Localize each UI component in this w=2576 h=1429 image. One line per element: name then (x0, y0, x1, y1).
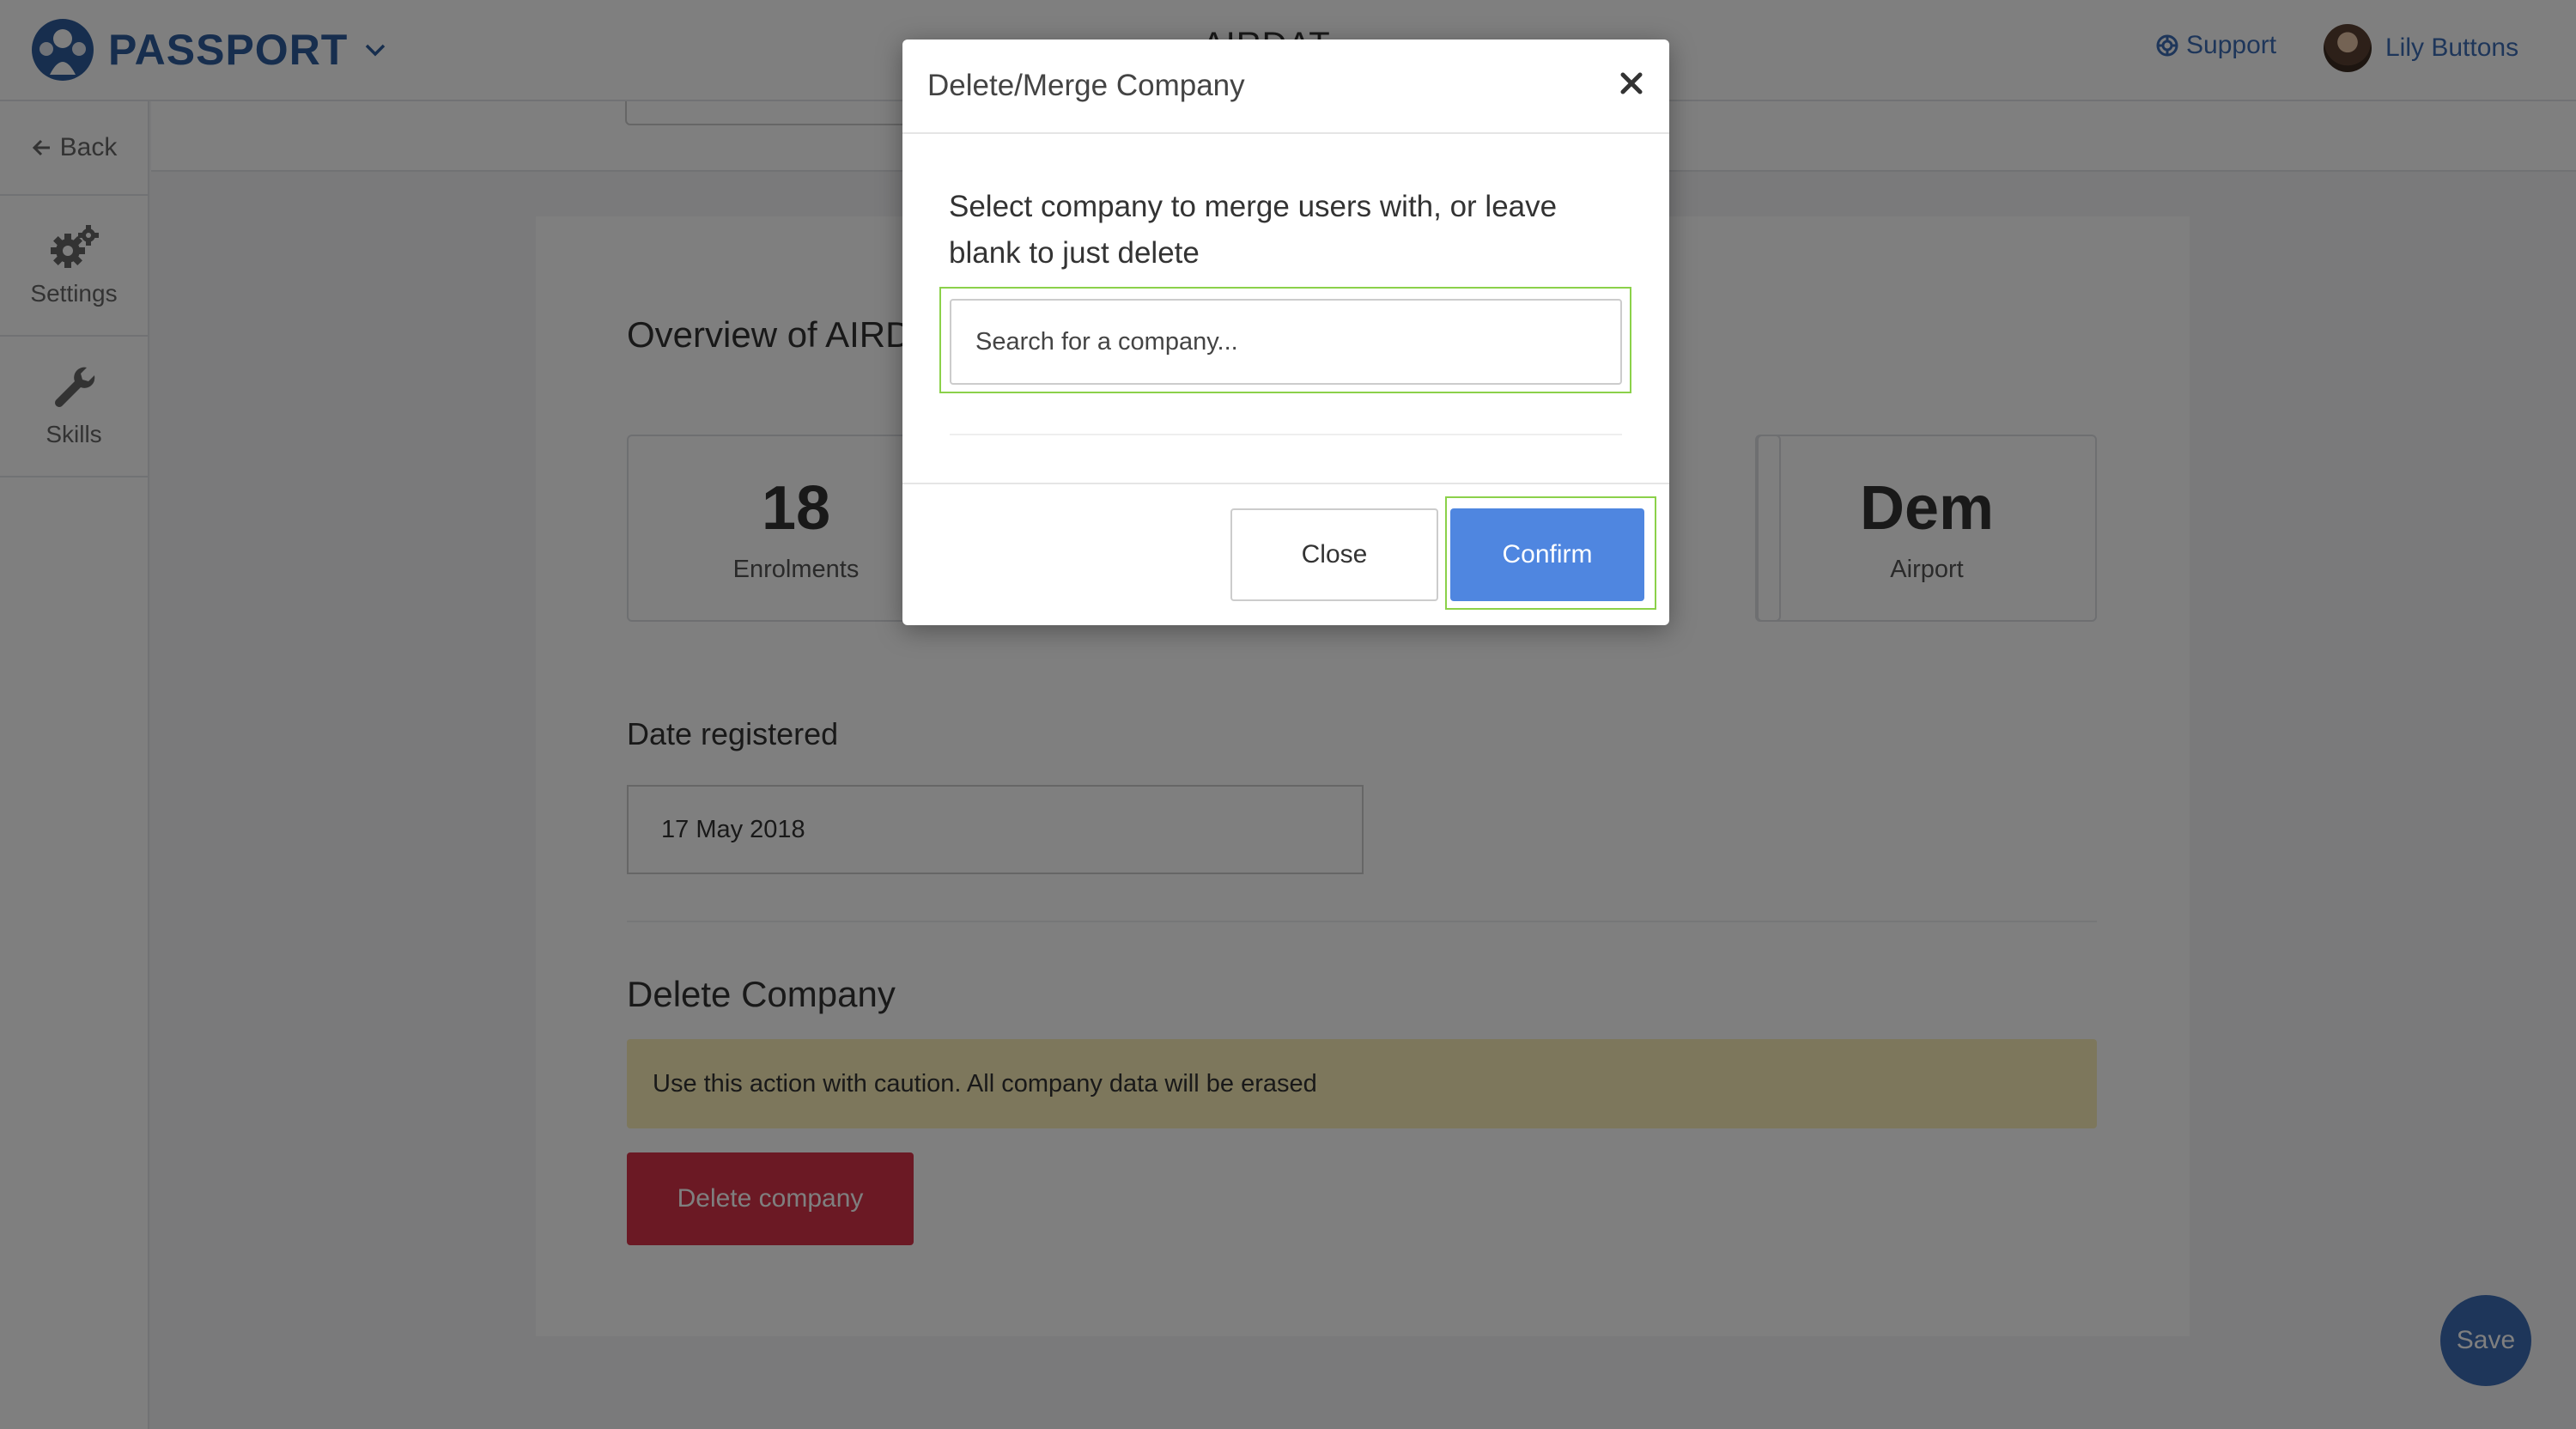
close-icon[interactable] (1617, 69, 1646, 98)
delete-merge-modal: Delete/Merge Company Select company to m… (902, 40, 1669, 625)
close-button[interactable]: Close (1230, 508, 1438, 601)
modal-footer-divider (902, 483, 1669, 484)
modal-header: Delete/Merge Company (902, 40, 1669, 134)
company-search-input[interactable] (950, 299, 1622, 385)
modal-divider (950, 434, 1622, 435)
modal-title: Delete/Merge Company (927, 69, 1245, 102)
confirm-button[interactable]: Confirm (1450, 508, 1644, 601)
modal-prompt: Select company to merge users with, or l… (949, 190, 1558, 270)
